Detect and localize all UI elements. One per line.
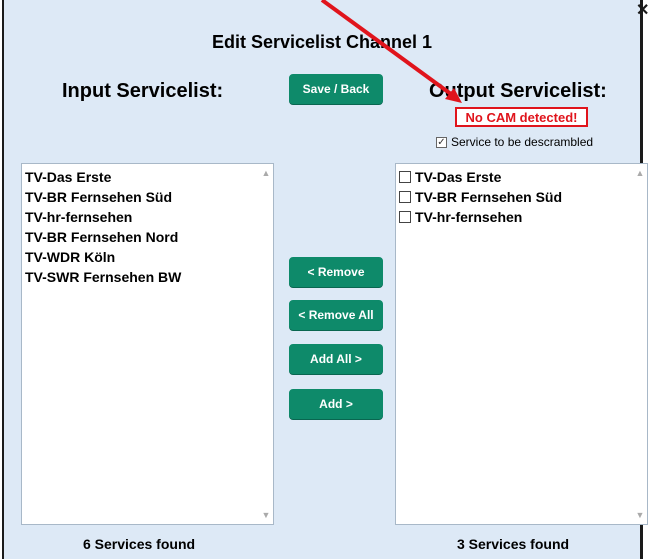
scroll-up-icon[interactable]: ▲ bbox=[259, 166, 273, 180]
list-item[interactable]: TV-SWR Fernsehen BW bbox=[25, 267, 273, 287]
service-checkbox[interactable] bbox=[399, 191, 411, 203]
list-item[interactable]: TV-Das Erste bbox=[399, 167, 647, 187]
scroll-up-icon[interactable]: ▲ bbox=[633, 166, 647, 180]
list-item[interactable]: TV-BR Fernsehen Süd bbox=[399, 187, 647, 207]
list-item-label: TV-BR Fernsehen Süd bbox=[415, 189, 563, 205]
list-item[interactable]: TV-Das Erste bbox=[25, 167, 273, 187]
scrollbar[interactable]: ▲ ▼ bbox=[633, 164, 647, 524]
close-icon[interactable]: ✕ bbox=[636, 0, 650, 19]
dialog-panel: Edit Servicelist Channel 1 Input Service… bbox=[2, 0, 648, 559]
output-service-count: 3 Services found bbox=[457, 536, 570, 552]
no-cam-warning: No CAM detected! bbox=[455, 107, 588, 127]
add-button[interactable]: Add > bbox=[289, 389, 383, 419]
list-item[interactable]: TV-BR Fernsehen Süd bbox=[25, 187, 273, 207]
save-back-button[interactable]: Save / Back bbox=[289, 74, 383, 104]
service-checkbox[interactable] bbox=[399, 171, 411, 183]
scrollbar[interactable]: ▲ ▼ bbox=[259, 164, 273, 524]
input-servicelist-box[interactable]: TV-Das Erste TV-BR Fernsehen Süd TV-hr-f… bbox=[21, 163, 274, 525]
remove-button[interactable]: < Remove bbox=[289, 257, 383, 287]
input-service-count: 6 Services found bbox=[83, 536, 196, 552]
list-item-label: TV-Das Erste bbox=[415, 169, 502, 185]
descramble-checkbox[interactable]: ✓ bbox=[436, 136, 447, 148]
descramble-option[interactable]: ✓ Service to be descrambled bbox=[436, 135, 593, 149]
scroll-down-icon[interactable]: ▼ bbox=[259, 508, 273, 522]
dialog-title: Edit Servicelist Channel 1 bbox=[211, 32, 433, 52]
descramble-label: Service to be descrambled bbox=[451, 135, 594, 149]
list-item[interactable]: TV-BR Fernsehen Nord bbox=[25, 227, 273, 247]
input-servicelist-header: Input Servicelist: bbox=[62, 80, 224, 102]
scroll-down-icon[interactable]: ▼ bbox=[633, 508, 647, 522]
service-checkbox[interactable] bbox=[399, 211, 411, 223]
add-all-button[interactable]: Add All > bbox=[289, 344, 383, 374]
remove-all-button[interactable]: < Remove All bbox=[289, 300, 383, 330]
output-servicelist-box[interactable]: TV-Das Erste TV-BR Fernsehen Süd TV-hr-f… bbox=[395, 163, 648, 525]
list-item[interactable]: TV-hr-fernsehen bbox=[399, 207, 647, 227]
list-item[interactable]: TV-WDR Köln bbox=[25, 247, 273, 267]
list-item-label: TV-hr-fernsehen bbox=[415, 209, 523, 225]
list-item[interactable]: TV-hr-fernsehen bbox=[25, 207, 273, 227]
output-servicelist-header: Output Servicelist: bbox=[429, 80, 607, 102]
